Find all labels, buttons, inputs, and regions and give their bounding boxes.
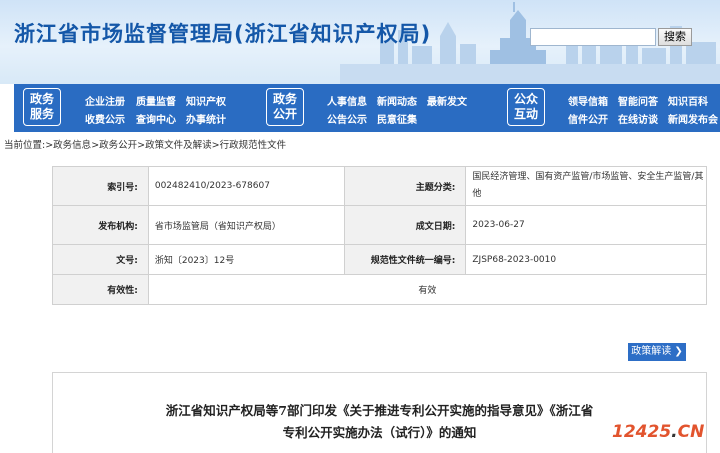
nav-badge-line: 服务 — [29, 107, 54, 121]
breadcrumb-separator: > — [45, 140, 54, 151]
breadcrumb-separator: > — [137, 140, 146, 151]
table-row: 发布机构: 省市场监管局（省知识产权局） 成文日期: 2023-06-27 — [52, 205, 707, 245]
search-button[interactable]: 搜索 — [658, 28, 692, 46]
breadcrumb-separator: > — [211, 140, 220, 151]
document-info-table: 索引号: 002482410/2023-678607 主题分类: 国民经济管理、… — [52, 166, 708, 305]
nav-link-public-opinion[interactable]: 民意征集 — [377, 111, 417, 126]
index-number-value: 002482410/2023-678607 — [147, 166, 345, 206]
nav-link-query-center[interactable]: 查询中心 — [136, 111, 176, 126]
table-row: 索引号: 002482410/2023-678607 主题分类: 国民经济管理、… — [52, 166, 707, 206]
watermark-text: 12425 — [612, 422, 672, 442]
breadcrumb-item-normative-documents[interactable]: 行政规范性文件 — [220, 140, 287, 151]
date-label: 成文日期: — [343, 205, 467, 245]
nav-badge-services[interactable]: 政务 服务 — [23, 88, 61, 126]
nav-link-press-conference[interactable]: 新闻发布会 — [668, 111, 718, 126]
topic-value: 国民经济管理、国有资产监管/市场监管、安全生产监管/其他 — [465, 166, 707, 206]
breadcrumb-item-government-info[interactable]: 政务信息 — [53, 140, 91, 151]
nav-link-latest-documents[interactable]: 最新发文 — [427, 93, 467, 108]
nav-link-business-registration[interactable]: 企业注册 — [85, 93, 125, 108]
document-title-line: 专利公开实施办法（试行）》的通知 — [282, 425, 477, 440]
issuer-value: 省市场监管局（省知识产权局） — [147, 205, 345, 245]
normative-number-value: ZJSP68-2023-0010 — [465, 244, 707, 275]
table-row: 文号: 浙知〔2023〕12号 规范性文件统一编号: ZJSP68-2023-0… — [52, 244, 707, 275]
watermark-suffix: CN — [677, 422, 705, 442]
header-banner: 浙江省市场监督管理局(浙江省知识产权局) 搜索 — [0, 0, 720, 84]
watermark-logo: 12425.CN — [612, 422, 704, 442]
nav-link-news[interactable]: 新闻动态 — [377, 93, 417, 108]
nav-link-smart-qa[interactable]: 智能问答 — [618, 93, 658, 108]
breadcrumb-item-government-disclosure[interactable]: 政务公开 — [99, 140, 137, 151]
nav-link-intellectual-property[interactable]: 知识产权 — [186, 93, 226, 108]
issuer-label: 发布机构: — [52, 205, 149, 245]
page-root: 浙江省市场监督管理局(浙江省知识产权局) 搜索 政务 服务 企业注册 质量监督 … — [0, 0, 720, 453]
validity-value: 有效 — [147, 274, 708, 305]
document-title: 浙江省知识产权局等7部门印发《关于推进专利公开实施的指导意见》《浙江省 专利公开… — [52, 400, 707, 444]
breadcrumb-item-policy-documents[interactable]: 政策文件及解读 — [145, 140, 212, 151]
nav-link-personnel[interactable]: 人事信息 — [327, 93, 367, 108]
nav-link-leader-mailbox[interactable]: 领导信箱 — [568, 93, 608, 108]
nav-link-quality-supervision[interactable]: 质量监督 — [136, 93, 176, 108]
document-title-line: 浙江省知识产权局等7部门印发《关于推进专利公开实施的指导意见》《浙江省 — [165, 403, 594, 418]
normative-number-label: 规范性文件统一编号: — [343, 244, 467, 275]
document-number-value: 浙知〔2023〕12号 — [147, 244, 345, 275]
nav-link-service-statistics[interactable]: 办事统计 — [186, 111, 226, 126]
chevron-right-icon: ❯ — [674, 346, 683, 357]
site-title: 浙江省市场监督管理局(浙江省知识产权局) — [14, 22, 432, 46]
validity-label: 有效性: — [52, 274, 149, 305]
date-value: 2023-06-27 — [465, 205, 707, 245]
main-nav: 政务 服务 企业注册 质量监督 知识产权 收费公示 查询中心 办事统计 政务 公… — [14, 84, 720, 132]
document-number-label: 文号: — [52, 244, 149, 275]
nav-link-online-interviews[interactable]: 在线访谈 — [618, 111, 658, 126]
nav-badge-line: 互动 — [513, 107, 538, 121]
policy-interpretation-label: 政策解读 — [631, 346, 672, 357]
nav-link-public-letters[interactable]: 信件公开 — [568, 111, 608, 126]
nav-badge-line: 公开 — [272, 107, 297, 121]
policy-interpretation-button[interactable]: 政策解读 ❯ — [628, 343, 686, 361]
breadcrumb-prefix: 当前位置: — [4, 140, 46, 151]
nav-badge-line: 政务 — [29, 92, 54, 106]
nav-link-fee-disclosure[interactable]: 收费公示 — [85, 111, 125, 126]
nav-link-announcements[interactable]: 公告公示 — [327, 111, 367, 126]
nav-badge-interaction[interactable]: 公众 互动 — [507, 88, 545, 126]
nav-badge-line: 公众 — [513, 92, 538, 106]
index-number-label: 索引号: — [52, 166, 149, 206]
nav-badge-line: 政务 — [272, 92, 297, 106]
nav-link-knowledge-base[interactable]: 知识百科 — [668, 93, 708, 108]
breadcrumb-separator: > — [91, 140, 100, 151]
table-row: 有效性: 有效 — [52, 274, 708, 305]
topic-label: 主题分类: — [343, 166, 467, 206]
search-input[interactable] — [530, 28, 656, 46]
nav-badge-disclosure[interactable]: 政务 公开 — [266, 88, 304, 126]
breadcrumb: 当前位置:>政务信息>政务公开>政策文件及解读>行政规范性文件 — [4, 137, 286, 151]
